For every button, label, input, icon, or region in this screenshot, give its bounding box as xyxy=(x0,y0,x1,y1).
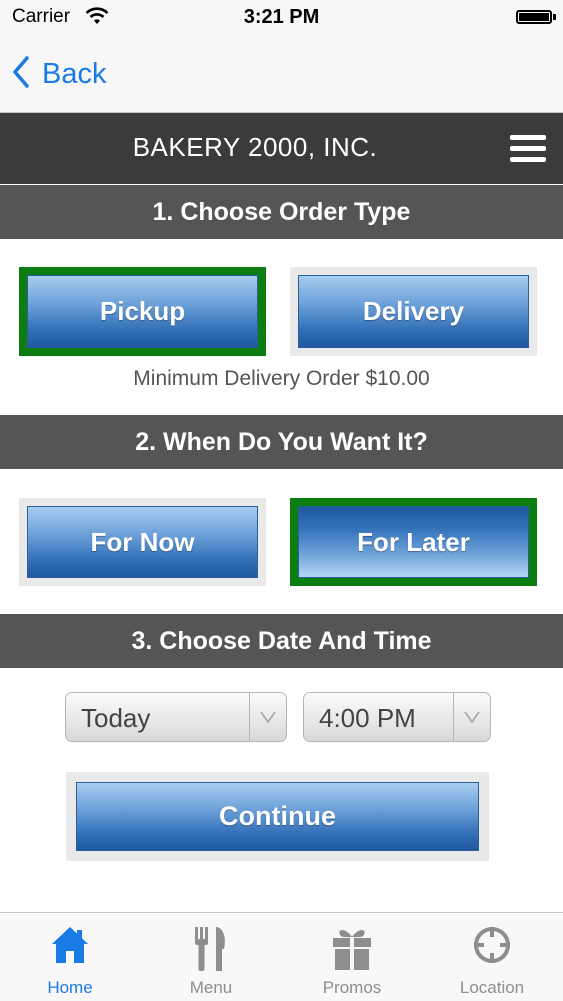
page-title: BAKERY 2000, INC. xyxy=(132,132,378,162)
app-header: BAKERY 2000, INC. xyxy=(0,113,563,184)
minimum-delivery-note: Minimum Delivery Order $10.00 xyxy=(133,367,430,390)
house-icon xyxy=(50,925,90,970)
date-select-value: Today xyxy=(81,703,151,733)
gift-icon xyxy=(331,925,373,976)
continue-button-frame: Continue xyxy=(66,772,489,861)
tab-promos-label: Promos xyxy=(322,978,382,997)
battery-tip xyxy=(553,14,556,20)
section-order-type-heading: 1. Choose Order Type xyxy=(0,185,563,239)
section-when-heading: 2. When Do You Want It? xyxy=(0,415,563,469)
chevron-left-icon xyxy=(12,56,30,93)
section-date-time-heading: 3. Choose Date And Time xyxy=(0,614,563,668)
status-time: 3:21 PM xyxy=(243,6,320,28)
tab-bar: Home Menu Promos Location xyxy=(0,912,563,1001)
chevron-down-icon xyxy=(249,693,286,741)
for-now-button[interactable]: For Now xyxy=(27,506,258,578)
time-select-value: 4:00 PM xyxy=(319,703,416,733)
crosshair-icon xyxy=(472,925,512,970)
delivery-option[interactable]: Delivery xyxy=(290,267,537,356)
tab-home-label: Home xyxy=(47,978,93,997)
back-button[interactable]: Back xyxy=(12,56,106,93)
tab-location[interactable]: Location xyxy=(422,913,562,1001)
tab-location-label: Location xyxy=(459,978,525,997)
navigation-bar: Back xyxy=(0,36,563,113)
tab-home[interactable]: Home xyxy=(0,913,140,1001)
hamburger-menu-icon[interactable] xyxy=(510,135,546,163)
continue-button[interactable]: Continue xyxy=(76,782,479,851)
tab-menu-label: Menu xyxy=(189,978,233,997)
tab-menu[interactable]: Menu xyxy=(141,913,281,1001)
pickup-option[interactable]: Pickup xyxy=(19,267,266,356)
status-bar: Carrier 3:21 PM xyxy=(0,0,563,36)
date-select[interactable]: Today xyxy=(65,692,287,742)
for-later-option[interactable]: For Later xyxy=(290,498,537,586)
delivery-button[interactable]: Delivery xyxy=(298,275,529,348)
tab-promos[interactable]: Promos xyxy=(282,913,422,1001)
fork-knife-icon xyxy=(193,925,229,978)
for-now-option[interactable]: For Now xyxy=(19,498,266,586)
back-label: Back xyxy=(42,58,107,90)
chevron-down-icon xyxy=(453,693,490,741)
battery-icon xyxy=(516,10,552,24)
for-later-button[interactable]: For Later xyxy=(298,506,529,578)
continue-wrapper: Continue xyxy=(76,782,479,851)
pickup-button[interactable]: Pickup xyxy=(27,275,258,348)
time-select[interactable]: 4:00 PM xyxy=(303,692,491,742)
